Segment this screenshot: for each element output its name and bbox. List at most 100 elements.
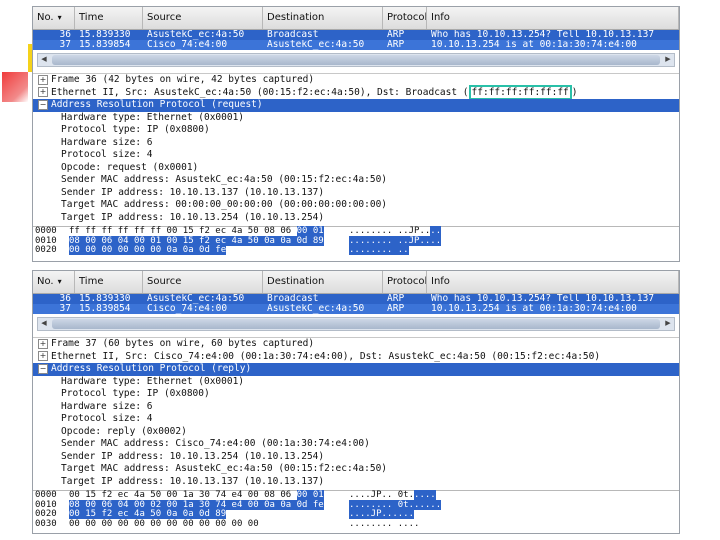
expand-plus-icon[interactable]: + bbox=[38, 74, 48, 85]
hex-bytes-selected: 00 15 f2 ec 4a 50 0a 0a 0d 89 bbox=[69, 509, 227, 519]
tree-item-ethernet[interactable]: + Ethernet II, Src: Cisco_74:e4:00 (00:1a… bbox=[33, 351, 679, 364]
tree-field[interactable]: Hardware type: Ethernet (0x0001) bbox=[33, 112, 679, 125]
collapse-minus-icon[interactable]: − bbox=[38, 363, 48, 374]
packet-row[interactable]: 37 15.839854 Cisco_74:e4:00 AsustekC_ec:… bbox=[33, 40, 679, 50]
column-header-destination[interactable]: Destination bbox=[263, 271, 383, 293]
hex-dump: 0000 ff ff ff ff ff ff 00 15 f2 ec 4a 50 … bbox=[33, 226, 679, 256]
packet-details-tree: + Frame 37 (60 bytes on wire, 60 bytes ca… bbox=[33, 337, 679, 488]
packet-details-tree: + Frame 36 (42 bytes on wire, 42 bytes ca… bbox=[33, 73, 679, 224]
packet-source: Cisco_74:e4:00 bbox=[147, 40, 228, 50]
packet-no: 37 bbox=[59, 304, 71, 314]
hex-bytes: 00 15 f2 ec 4a 50 00 1a 30 74 e4 00 08 0… bbox=[69, 490, 297, 500]
scroll-left-icon[interactable]: ◀ bbox=[38, 54, 50, 64]
hex-ascii-selected: .... bbox=[414, 490, 436, 500]
scroll-right-icon[interactable]: ▶ bbox=[662, 54, 674, 64]
column-header-info[interactable]: Info bbox=[427, 271, 679, 293]
tree-field[interactable]: Protocol size: 4 bbox=[33, 413, 679, 426]
column-header-time[interactable]: Time bbox=[75, 271, 143, 293]
sort-arrow-icon: ▾ bbox=[57, 277, 62, 286]
packet-protocol: ARP bbox=[387, 294, 405, 304]
tree-field[interactable]: Protocol size: 4 bbox=[33, 149, 679, 162]
packet-no: 36 bbox=[59, 30, 71, 40]
hex-offset: 0030 bbox=[35, 518, 57, 529]
packet-time: 15.839330 bbox=[79, 294, 131, 304]
hex-bytes-selected: 08 00 06 04 00 02 00 1a 30 74 e4 00 0a 0… bbox=[69, 499, 324, 510]
packet-destination: Broadcast bbox=[267, 30, 319, 40]
column-header-protocol[interactable]: Protocol bbox=[383, 271, 427, 293]
hex-ascii: ....JP.. 0t. bbox=[349, 490, 415, 500]
packet-time: 15.839854 bbox=[79, 304, 131, 314]
tree-item-label: Ethernet II, Src: Cisco_74:e4:00 (00:1a:… bbox=[51, 350, 601, 362]
tree-field[interactable]: Protocol type: IP (0x0800) bbox=[33, 124, 679, 137]
tree-item-arp[interactable]: − Address Resolution Protocol (request) bbox=[33, 99, 679, 112]
horizontal-scrollbar[interactable]: ◀ ▶ bbox=[37, 317, 675, 331]
packet-info: Who has 10.10.13.254? Tell 10.10.13.137 bbox=[431, 30, 655, 40]
tree-item-arp[interactable]: − Address Resolution Protocol (reply) bbox=[33, 363, 679, 376]
column-header-destination[interactable]: Destination bbox=[263, 7, 383, 29]
hex-ascii: ........ .... bbox=[349, 518, 420, 529]
tree-item-label: Frame 36 (42 bytes on wire, 42 bytes cap… bbox=[51, 74, 315, 85]
hex-ascii-selected: ....JP...... bbox=[349, 509, 415, 519]
tree-item-label-suffix: ) bbox=[571, 86, 578, 98]
hex-bytes-selected: 00 00 00 00 00 00 0a 0a 0d fe bbox=[69, 245, 227, 255]
scrollbar-thumb[interactable] bbox=[52, 319, 660, 329]
hex-ascii-selected: ........ ..JP.... bbox=[349, 235, 442, 246]
column-header-no[interactable]: No. ▾ bbox=[33, 271, 75, 293]
tree-field[interactable]: Hardware size: 6 bbox=[33, 401, 679, 414]
column-header-info[interactable]: Info bbox=[427, 7, 679, 29]
packet-row[interactable]: 36 15.839330 AsustekC_ec:4a:50 Broadcast… bbox=[33, 30, 679, 40]
highlighted-dst-mac: ff:ff:ff:ff:ff:ff bbox=[468, 84, 572, 100]
packet-destination: AsustekC_ec:4a:50 bbox=[267, 40, 365, 50]
hex-offset: 0020 bbox=[35, 245, 57, 255]
packet-destination: AsustekC_ec:4a:50 bbox=[267, 304, 365, 314]
tree-item-label: Frame 37 (60 bytes on wire, 60 bytes cap… bbox=[51, 338, 315, 349]
packet-time: 15.839330 bbox=[79, 30, 131, 40]
tree-field[interactable]: Sender MAC address: AsustekC_ec:4a:50 (0… bbox=[33, 174, 679, 187]
collapse-minus-icon[interactable]: − bbox=[38, 99, 48, 110]
hex-bytes-selected: 00 01 bbox=[296, 226, 324, 236]
hex-bytes: 00 00 00 00 00 00 00 00 00 00 00 00 bbox=[69, 518, 259, 529]
tree-field[interactable]: Hardware size: 6 bbox=[33, 137, 679, 150]
tree-field[interactable]: Target MAC address: 00:00:00_00:00:00 (0… bbox=[33, 199, 679, 212]
packet-time: 15.839854 bbox=[79, 40, 131, 50]
column-header-source[interactable]: Source bbox=[143, 271, 263, 293]
tree-field[interactable]: Target MAC address: AsustekC_ec:4a:50 (0… bbox=[33, 463, 679, 476]
tree-item-frame[interactable]: + Frame 36 (42 bytes on wire, 42 bytes ca… bbox=[33, 74, 679, 87]
column-header-time[interactable]: Time bbox=[75, 7, 143, 29]
hex-row[interactable]: 0020 00 00 00 00 00 00 0a 0a 0d fe.......… bbox=[33, 245, 679, 256]
expand-plus-icon[interactable]: + bbox=[38, 87, 48, 97]
packet-protocol: ARP bbox=[387, 40, 405, 50]
packet-info: 10.10.13.254 is at 00:1a:30:74:e4:00 bbox=[431, 40, 637, 50]
tree-item-frame[interactable]: + Frame 37 (60 bytes on wire, 60 bytes ca… bbox=[33, 338, 679, 351]
scrollbar-thumb[interactable] bbox=[52, 55, 660, 65]
packet-list-header: No. ▾ Time Source Destination Protocol In… bbox=[33, 271, 679, 294]
packet-source: AsustekC_ec:4a:50 bbox=[147, 294, 245, 304]
tree-field[interactable]: Sender IP address: 10.10.13.254 (10.10.1… bbox=[33, 451, 679, 464]
expand-plus-icon[interactable]: + bbox=[38, 338, 48, 349]
hex-row[interactable]: 0030 00 00 00 00 00 00 00 00 00 00 00 00.… bbox=[33, 518, 679, 530]
tree-field[interactable]: Protocol type: IP (0x0800) bbox=[33, 388, 679, 401]
column-header-no[interactable]: No. ▾ bbox=[33, 7, 75, 29]
horizontal-scrollbar[interactable]: ◀ ▶ bbox=[37, 53, 675, 67]
packet-protocol: ARP bbox=[387, 304, 405, 314]
tree-field[interactable]: Opcode: reply (0x0002) bbox=[33, 426, 679, 439]
tree-item-ethernet[interactable]: + Ethernet II, Src: AsustekC_ec:4a:50 (00… bbox=[33, 84, 679, 100]
expand-plus-icon[interactable]: + bbox=[38, 351, 48, 361]
hex-bytes: ff ff ff ff ff ff 00 15 f2 ec 4a 50 08 0… bbox=[69, 226, 297, 236]
scroll-right-icon[interactable]: ▶ bbox=[662, 318, 674, 328]
packet-row[interactable]: 36 15.839330 AsustekC_ec:4a:50 Broadcast… bbox=[33, 294, 679, 304]
wireshark-pane-request: No. ▾ Time Source Destination Protocol In… bbox=[32, 6, 680, 262]
tree-field[interactable]: Opcode: request (0x0001) bbox=[33, 162, 679, 175]
tree-field[interactable]: Target IP address: 10.10.13.137 (10.10.1… bbox=[33, 476, 679, 489]
scroll-left-icon[interactable]: ◀ bbox=[38, 318, 50, 328]
tree-field[interactable]: Sender MAC address: Cisco_74:e4:00 (00:1… bbox=[33, 438, 679, 451]
tree-field[interactable]: Target IP address: 10.10.13.254 (10.10.1… bbox=[33, 212, 679, 225]
column-header-source[interactable]: Source bbox=[143, 7, 263, 29]
packet-source: Cisco_74:e4:00 bbox=[147, 304, 228, 314]
column-header-protocol[interactable]: Protocol bbox=[383, 7, 427, 29]
tree-field[interactable]: Hardware type: Ethernet (0x0001) bbox=[33, 376, 679, 389]
packet-row[interactable]: 37 15.839854 Cisco_74:e4:00 AsustekC_ec:… bbox=[33, 304, 679, 314]
hex-ascii: ........ ..JP.. bbox=[349, 226, 431, 236]
tree-field[interactable]: Sender IP address: 10.10.13.137 (10.10.1… bbox=[33, 187, 679, 200]
hex-bytes-selected: 08 00 06 04 00 01 00 15 f2 ec 4a 50 0a 0… bbox=[69, 235, 324, 246]
